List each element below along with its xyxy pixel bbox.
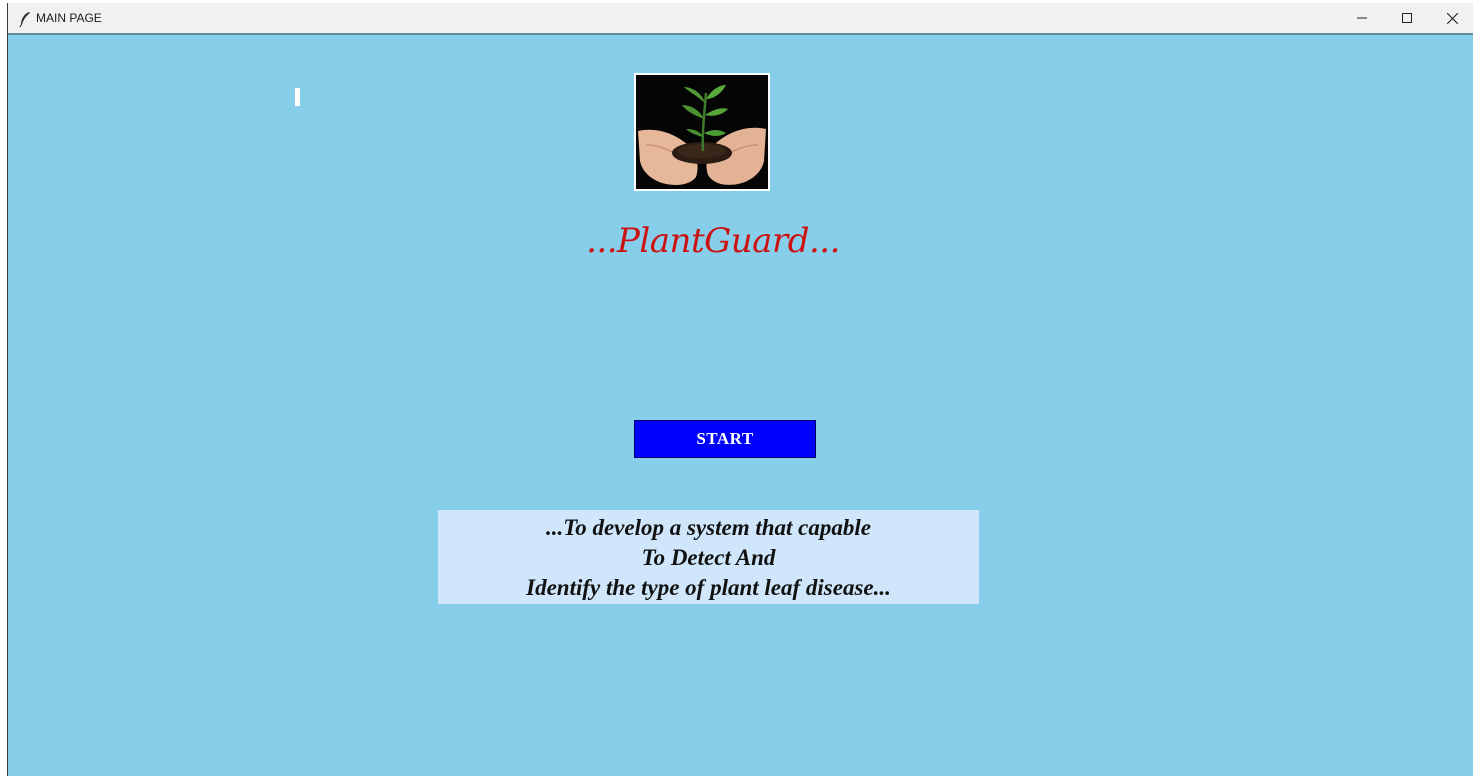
close-button[interactable] — [1429, 3, 1473, 33]
app-window: MAIN PAGE ...PlantGuard... START ...To d… — [8, 3, 1473, 776]
main-content: ...PlantGuard... START ...To develop a s… — [8, 35, 1473, 776]
description-panel: ...To develop a system that capable To D… — [438, 510, 979, 604]
text-cursor-marker — [295, 88, 300, 106]
feather-icon — [18, 11, 32, 28]
description-line-2: To Detect And — [641, 545, 776, 570]
app-title: ...PlantGuard... — [586, 221, 840, 261]
minimize-button[interactable] — [1339, 3, 1385, 33]
close-icon — [1446, 12, 1458, 24]
description-line-3: Identify the type of plant leaf disease.… — [526, 575, 891, 600]
minimize-icon — [1357, 13, 1367, 23]
plant-logo-image — [634, 73, 770, 191]
maximize-icon — [1402, 13, 1412, 23]
maximize-button[interactable] — [1384, 3, 1430, 33]
start-button[interactable]: START — [634, 420, 816, 458]
title-bar[interactable]: MAIN PAGE — [8, 3, 1473, 35]
window-title: MAIN PAGE — [36, 11, 102, 25]
description-line-1: ...To develop a system that capable — [546, 515, 871, 540]
